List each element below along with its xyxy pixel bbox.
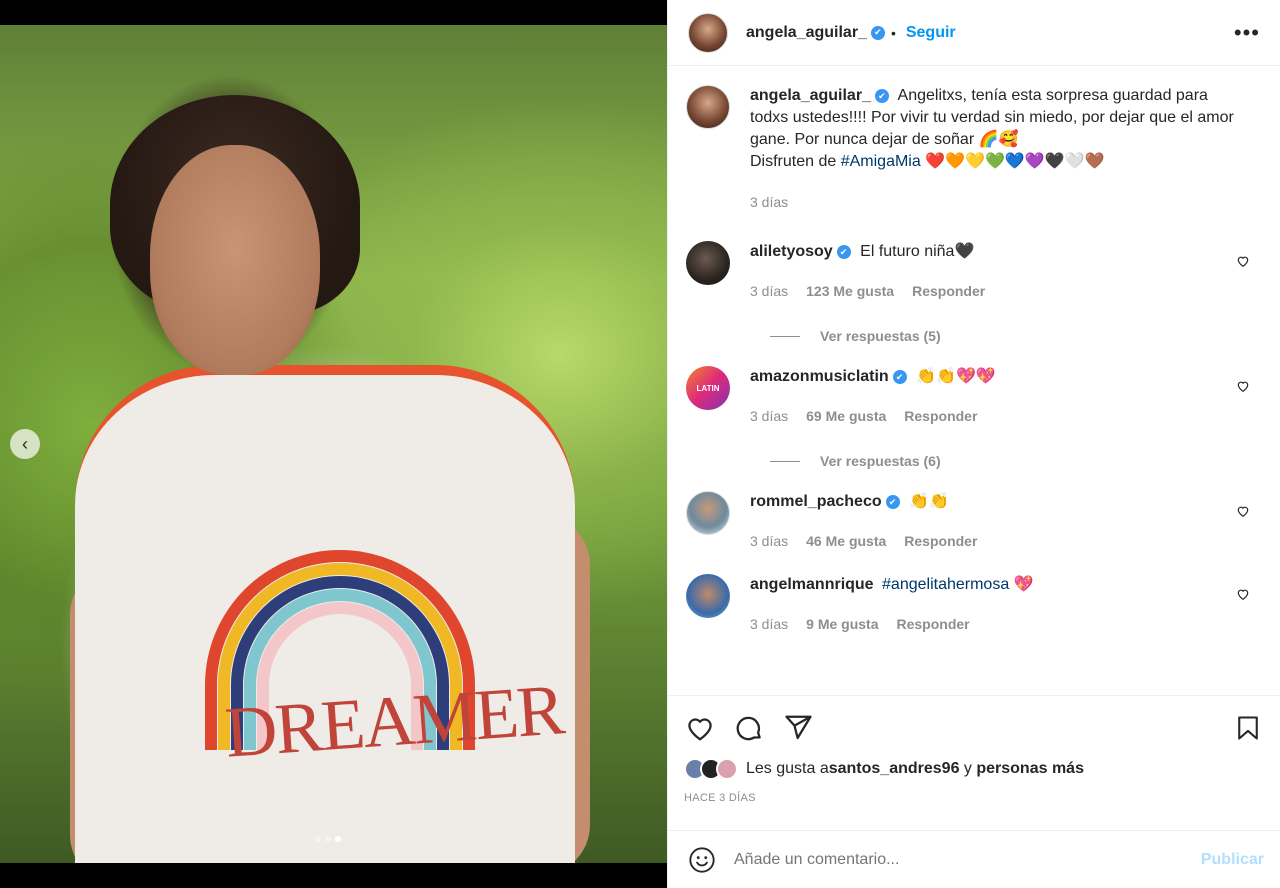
reply-button[interactable]: Responder [897, 613, 970, 635]
post-header: angela_aguilar_ ✔ • Seguir ••• [668, 0, 1280, 66]
post-side-panel: angela_aguilar_ ✔ • Seguir ••• angela_ag… [667, 0, 1280, 888]
commenter-avatar[interactable]: LATIN [686, 366, 730, 410]
verified-badge-icon: ✔ [870, 25, 885, 40]
comment-input[interactable] [734, 850, 1201, 869]
comment-body: angelmannrique #angelitahermosa 💖 3 días… [750, 574, 1264, 635]
verified-badge-icon: ✔ [885, 494, 900, 509]
post-photo[interactable]: DREAMER ‹ [0, 25, 667, 863]
photo-detail [150, 145, 320, 375]
caption: angela_aguilar_ ✔ Angelitxs, tenía esta s… [684, 85, 1264, 213]
comment-body: aliletyosoy ✔ El futuro niña🖤 3 días 123 … [750, 241, 1264, 302]
caption-hashtag[interactable]: #AmigaMia [841, 153, 921, 170]
comment-text: 👏👏💖💖 [916, 368, 996, 385]
commenter-avatar[interactable] [686, 574, 730, 618]
avatar-text: LATIN [696, 383, 720, 393]
comment-text: 💖 [1009, 576, 1034, 593]
comment-meta: 3 días 69 Me gusta Responder [750, 405, 1234, 427]
comment-hashtag[interactable]: #angelitahermosa [882, 576, 1009, 593]
comment-bubble-icon[interactable] [733, 712, 765, 744]
liker-avatars [684, 758, 738, 780]
view-replies-label[interactable]: Ver respuestas (6) [820, 453, 941, 469]
comment-time[interactable]: 3 días [750, 405, 788, 427]
publish-button[interactable]: Publicar [1201, 851, 1264, 869]
post-date[interactable]: HACE 3 DÍAS [684, 792, 1264, 804]
comment-text: 👏👏 [909, 493, 949, 510]
carousel-indicator [315, 836, 341, 842]
comment-meta: 3 días 46 Me gusta Responder [750, 530, 1234, 552]
carousel-dot-active [335, 836, 341, 842]
caption-username[interactable]: angela_aguilar_ [750, 87, 871, 104]
commenter-username[interactable]: aliletyosoy [750, 243, 833, 260]
other-likers-link[interactable]: personas más [976, 760, 1084, 778]
author-username[interactable]: angela_aguilar_ [746, 24, 867, 42]
replies-line [770, 460, 800, 462]
comment: LATIN amazonmusiclatin ✔ 👏👏💖💖 3 días 69 M… [684, 366, 1264, 427]
emoji-smiley-icon[interactable] [688, 846, 716, 874]
action-icons [684, 696, 1264, 760]
likes-middle: y [959, 760, 977, 777]
comment-meta: 3 días 123 Me gusta Responder [750, 280, 1234, 302]
commenter-username[interactable]: rommel_pacheco [750, 493, 882, 510]
post-actions: Les gusta a santos_andres96 y personas m… [668, 695, 1280, 830]
author-avatar[interactable] [688, 12, 728, 53]
comment: aliletyosoy ✔ El futuro niña🖤 3 días 123 … [684, 241, 1264, 302]
like-comment-heart-icon[interactable] [1236, 379, 1250, 393]
caption-body: angela_aguilar_ ✔ Angelitxs, tenía esta s… [750, 85, 1264, 213]
comments-list[interactable]: angela_aguilar_ ✔ Angelitxs, tenía esta s… [668, 67, 1280, 694]
follow-button[interactable]: Seguir [906, 24, 956, 42]
save-bookmark-icon[interactable] [1232, 712, 1264, 744]
like-comment-heart-icon[interactable] [1236, 504, 1250, 518]
like-comment-heart-icon[interactable] [1236, 254, 1250, 268]
caption-time[interactable]: 3 días [750, 191, 788, 213]
comment-time[interactable]: 3 días [750, 530, 788, 552]
instagram-post-view: DREAMER ‹ angela_aguilar_ ✔ • Seguir •••… [0, 0, 1280, 888]
commenter-avatar[interactable] [686, 491, 730, 535]
comment-body: amazonmusiclatin ✔ 👏👏💖💖 3 días 69 Me gust… [750, 366, 1264, 427]
comment-likes[interactable]: 9 Me gusta [806, 613, 878, 635]
comment: angelmannrique #angelitahermosa 💖 3 días… [684, 574, 1264, 635]
like-comment-heart-icon[interactable] [1236, 587, 1250, 601]
add-comment-bar: Publicar [668, 830, 1280, 888]
view-replies-label[interactable]: Ver respuestas (5) [820, 328, 941, 344]
share-send-icon[interactable] [782, 712, 814, 744]
commenter-avatar[interactable] [686, 241, 730, 285]
header-separator: • [890, 24, 896, 41]
caption-emojis: ❤️🧡💛💚💙💜🖤🤍🤎 [920, 153, 1105, 170]
comment-meta: 3 días 9 Me gusta Responder [750, 613, 1234, 635]
liker-avatar [716, 758, 738, 780]
more-options-icon[interactable]: ••• [1234, 20, 1260, 46]
reply-button[interactable]: Responder [912, 280, 985, 302]
verified-badge-icon: ✔ [836, 244, 851, 259]
previous-photo-button[interactable]: ‹ [10, 429, 40, 459]
verified-badge-icon: ✔ [874, 88, 889, 103]
comment-likes[interactable]: 123 Me gusta [806, 280, 894, 302]
comment-body: rommel_pacheco ✔ 👏👏 3 días 46 Me gusta Re… [750, 491, 1264, 552]
reply-button[interactable]: Responder [904, 405, 977, 427]
comment: rommel_pacheco ✔ 👏👏 3 días 46 Me gusta Re… [684, 491, 1264, 552]
carousel-dot [325, 836, 331, 842]
commenter-username[interactable]: angelmannrique [750, 576, 874, 593]
comment-time[interactable]: 3 días [750, 613, 788, 635]
caption-text: Disfruten de [750, 153, 841, 170]
liker-username[interactable]: santos_andres96 [829, 760, 960, 778]
commenter-username[interactable]: amazonmusiclatin [750, 368, 889, 385]
comment-text: El futuro niña🖤 [860, 243, 975, 260]
view-replies-button[interactable]: Ver respuestas (6) [770, 453, 1264, 469]
reply-button[interactable]: Responder [904, 530, 977, 552]
caption-meta: 3 días [750, 191, 1244, 213]
comment-likes[interactable]: 46 Me gusta [806, 530, 886, 552]
like-heart-icon[interactable] [684, 712, 716, 744]
caption-author-avatar[interactable] [686, 85, 730, 129]
comment-time[interactable]: 3 días [750, 280, 788, 302]
likes-summary[interactable]: Les gusta a santos_andres96 y personas m… [684, 758, 1264, 780]
verified-badge-icon: ✔ [892, 369, 907, 384]
likes-prefix: Les gusta a [746, 760, 829, 777]
comment-likes[interactable]: 69 Me gusta [806, 405, 886, 427]
replies-line [770, 335, 800, 337]
view-replies-button[interactable]: Ver respuestas (5) [770, 328, 1264, 344]
carousel-dot [315, 836, 321, 842]
